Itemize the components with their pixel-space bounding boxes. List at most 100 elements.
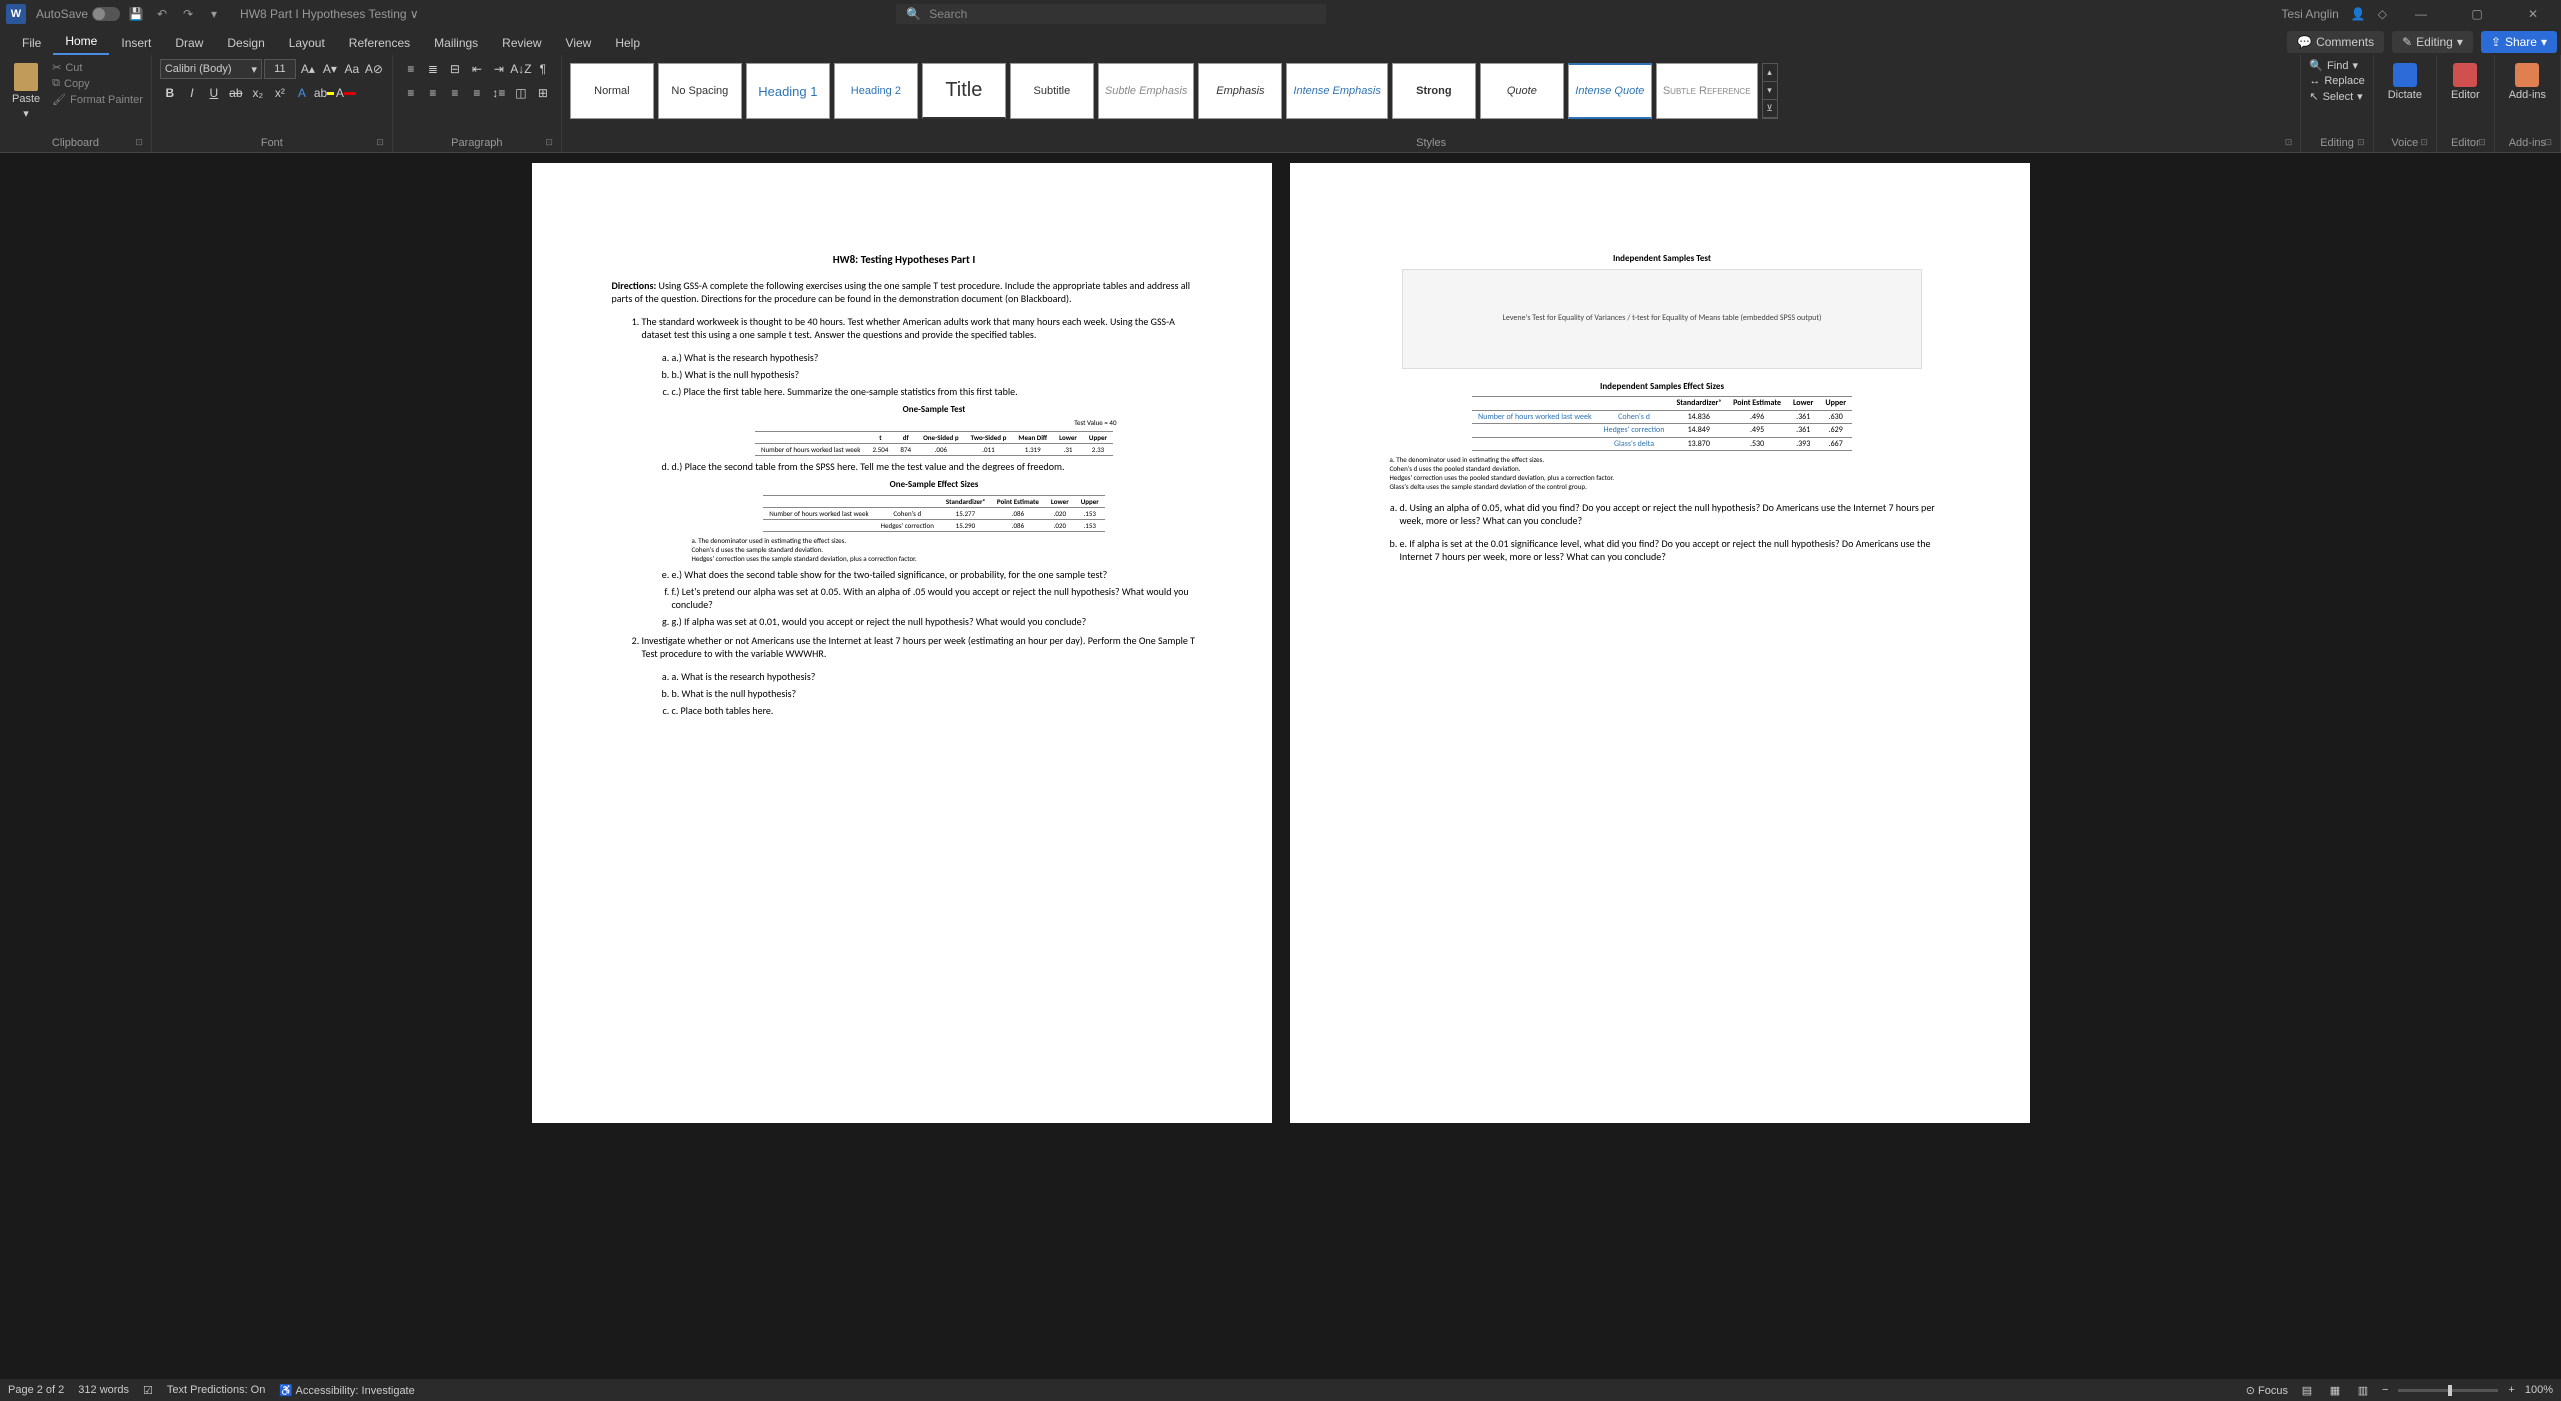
font-color-icon[interactable]: A [336,83,356,103]
decrease-indent-icon[interactable]: ⇤ [467,59,487,79]
user-avatar-icon[interactable]: 👤 [2351,7,2366,21]
ies-caption: Independent Samples Effect Sizes [1370,381,1955,393]
replace-button[interactable]: ↔Replace [2309,75,2364,87]
style-no-spacing[interactable]: No Spacing [658,63,742,119]
change-case-icon[interactable]: Aa [342,59,362,79]
style-subtle-emphasis[interactable]: Subtle Emphasis [1098,63,1195,119]
style-strong[interactable]: Strong [1392,63,1476,119]
close-button[interactable]: ✕ [2511,0,2555,27]
style-quote[interactable]: Quote [1480,63,1564,119]
share-button[interactable]: ⇪Share▾ [2481,31,2557,53]
editor-button[interactable]: Editor [2445,59,2486,105]
undo-icon[interactable]: ↶ [154,6,170,22]
tab-draw[interactable]: Draw [163,30,215,55]
align-right-icon[interactable]: ≡ [445,83,465,103]
font-size-combo[interactable]: 11 [264,59,296,79]
zoom-slider[interactable] [2398,1389,2498,1392]
tab-home[interactable]: Home [53,28,109,55]
justify-icon[interactable]: ≡ [467,83,487,103]
text-predictions[interactable]: Text Predictions: On [167,1384,265,1396]
tab-layout[interactable]: Layout [277,30,337,55]
decrease-font-icon[interactable]: A▾ [320,59,340,79]
user-name[interactable]: Tesi Anglin [2281,7,2338,21]
toggle-switch-icon[interactable] [92,7,120,21]
increase-indent-icon[interactable]: ⇥ [489,59,509,79]
show-marks-icon[interactable]: ¶ [533,59,553,79]
style-subtle-reference[interactable]: Subtle Reference [1656,63,1758,119]
multilevel-list-icon[interactable]: ⊟ [445,59,465,79]
editing-mode-button[interactable]: ✎Editing▾ [2392,31,2473,53]
qat-dropdown-icon[interactable]: ▾ [206,6,222,22]
accessibility-status[interactable]: ♿ Accessibility: Investigate [279,1384,414,1397]
font-name-combo[interactable]: Calibri (Body)▾ [160,59,262,79]
subscript-button[interactable]: x₂ [248,83,268,103]
paste-button[interactable]: Paste ▾ [8,59,44,124]
superscript-button[interactable]: x² [270,83,290,103]
read-mode-icon[interactable]: ▤ [2298,1381,2316,1399]
style-emphasis[interactable]: Emphasis [1198,63,1282,119]
select-button[interactable]: ↖Select▾ [2309,90,2362,103]
comments-button[interactable]: 💬Comments [2287,31,2384,53]
page-2[interactable]: Independent Samples Test Levene's Test f… [1290,163,2030,1123]
ribbon-display-icon[interactable]: ◇ [2378,7,2387,21]
find-button[interactable]: 🔍Find▾ [2309,59,2358,72]
align-center-icon[interactable]: ≡ [423,83,443,103]
clear-formatting-icon[interactable]: A⊘ [364,59,384,79]
print-layout-icon[interactable]: ▦ [2326,1381,2344,1399]
page-indicator[interactable]: Page 2 of 2 [8,1384,64,1396]
redo-icon[interactable]: ↷ [180,6,196,22]
underline-button[interactable]: U [204,83,224,103]
style-subtitle[interactable]: Subtitle [1010,63,1094,119]
tab-file[interactable]: File [10,30,53,55]
style-normal[interactable]: Normal [570,63,654,119]
strikethrough-button[interactable]: ab [226,83,246,103]
tab-help[interactable]: Help [603,30,652,55]
word-count[interactable]: 312 words [78,1384,129,1396]
sort-icon[interactable]: A↓Z [511,59,531,79]
zoom-level[interactable]: 100% [2525,1384,2553,1396]
search-box[interactable]: 🔍 Search [896,4,1326,24]
numbering-icon[interactable]: ≣ [423,59,443,79]
spell-check-icon[interactable]: ☑ [143,1384,153,1397]
chevron-down-icon[interactable]: ▾ [23,107,29,120]
tab-insert[interactable]: Insert [109,30,163,55]
style-heading-1[interactable]: Heading 1 [746,63,830,119]
text-effects-icon[interactable]: A [292,83,312,103]
tab-mailings[interactable]: Mailings [422,30,490,55]
zoom-in-button[interactable]: + [2508,1384,2514,1396]
maximize-button[interactable]: ▢ [2455,0,2499,27]
autosave-toggle[interactable]: AutoSave [36,7,120,21]
document-title[interactable]: HW8 Part I Hypotheses Testing ∨ [240,7,419,21]
increase-font-icon[interactable]: A▴ [298,59,318,79]
dictate-button[interactable]: Dictate [2382,59,2428,105]
minimize-button[interactable]: — [2399,0,2443,27]
addins-button[interactable]: Add-ins [2503,59,2552,105]
italic-button[interactable]: I [182,83,202,103]
web-layout-icon[interactable]: ▥ [2354,1381,2372,1399]
align-left-icon[interactable]: ≡ [401,83,421,103]
style-title[interactable]: Title [922,63,1006,119]
style-intense-quote[interactable]: Intense Quote [1568,63,1652,119]
tab-references[interactable]: References [337,30,422,55]
shading-icon[interactable]: ◫ [511,83,531,103]
focus-button[interactable]: ⊙ Focus [2246,1384,2288,1397]
style-intense-emphasis[interactable]: Intense Emphasis [1286,63,1387,119]
copy-button[interactable]: ⧉Copy [52,77,143,90]
zoom-out-button[interactable]: − [2382,1384,2388,1396]
line-spacing-icon[interactable]: ↕≡ [489,83,509,103]
styles-more-button[interactable]: ▴▾⊻ [1762,63,1778,119]
addins-icon [2515,63,2539,87]
tab-design[interactable]: Design [215,30,276,55]
bold-button[interactable]: B [160,83,180,103]
save-icon[interactable]: 💾 [128,6,144,22]
tab-view[interactable]: View [554,30,604,55]
cut-button[interactable]: ✂Cut [52,61,143,74]
bullets-icon[interactable]: ≡ [401,59,421,79]
style-heading-2[interactable]: Heading 2 [834,63,918,119]
document-area[interactable]: HW8: Testing Hypotheses Part I Direction… [0,153,2561,1379]
format-painter-button[interactable]: 🖌Format Painter [52,93,143,106]
borders-icon[interactable]: ⊞ [533,83,553,103]
tab-review[interactable]: Review [490,30,553,55]
page-1[interactable]: HW8: Testing Hypotheses Part I Direction… [532,163,1272,1123]
highlight-icon[interactable]: ab [314,83,334,103]
